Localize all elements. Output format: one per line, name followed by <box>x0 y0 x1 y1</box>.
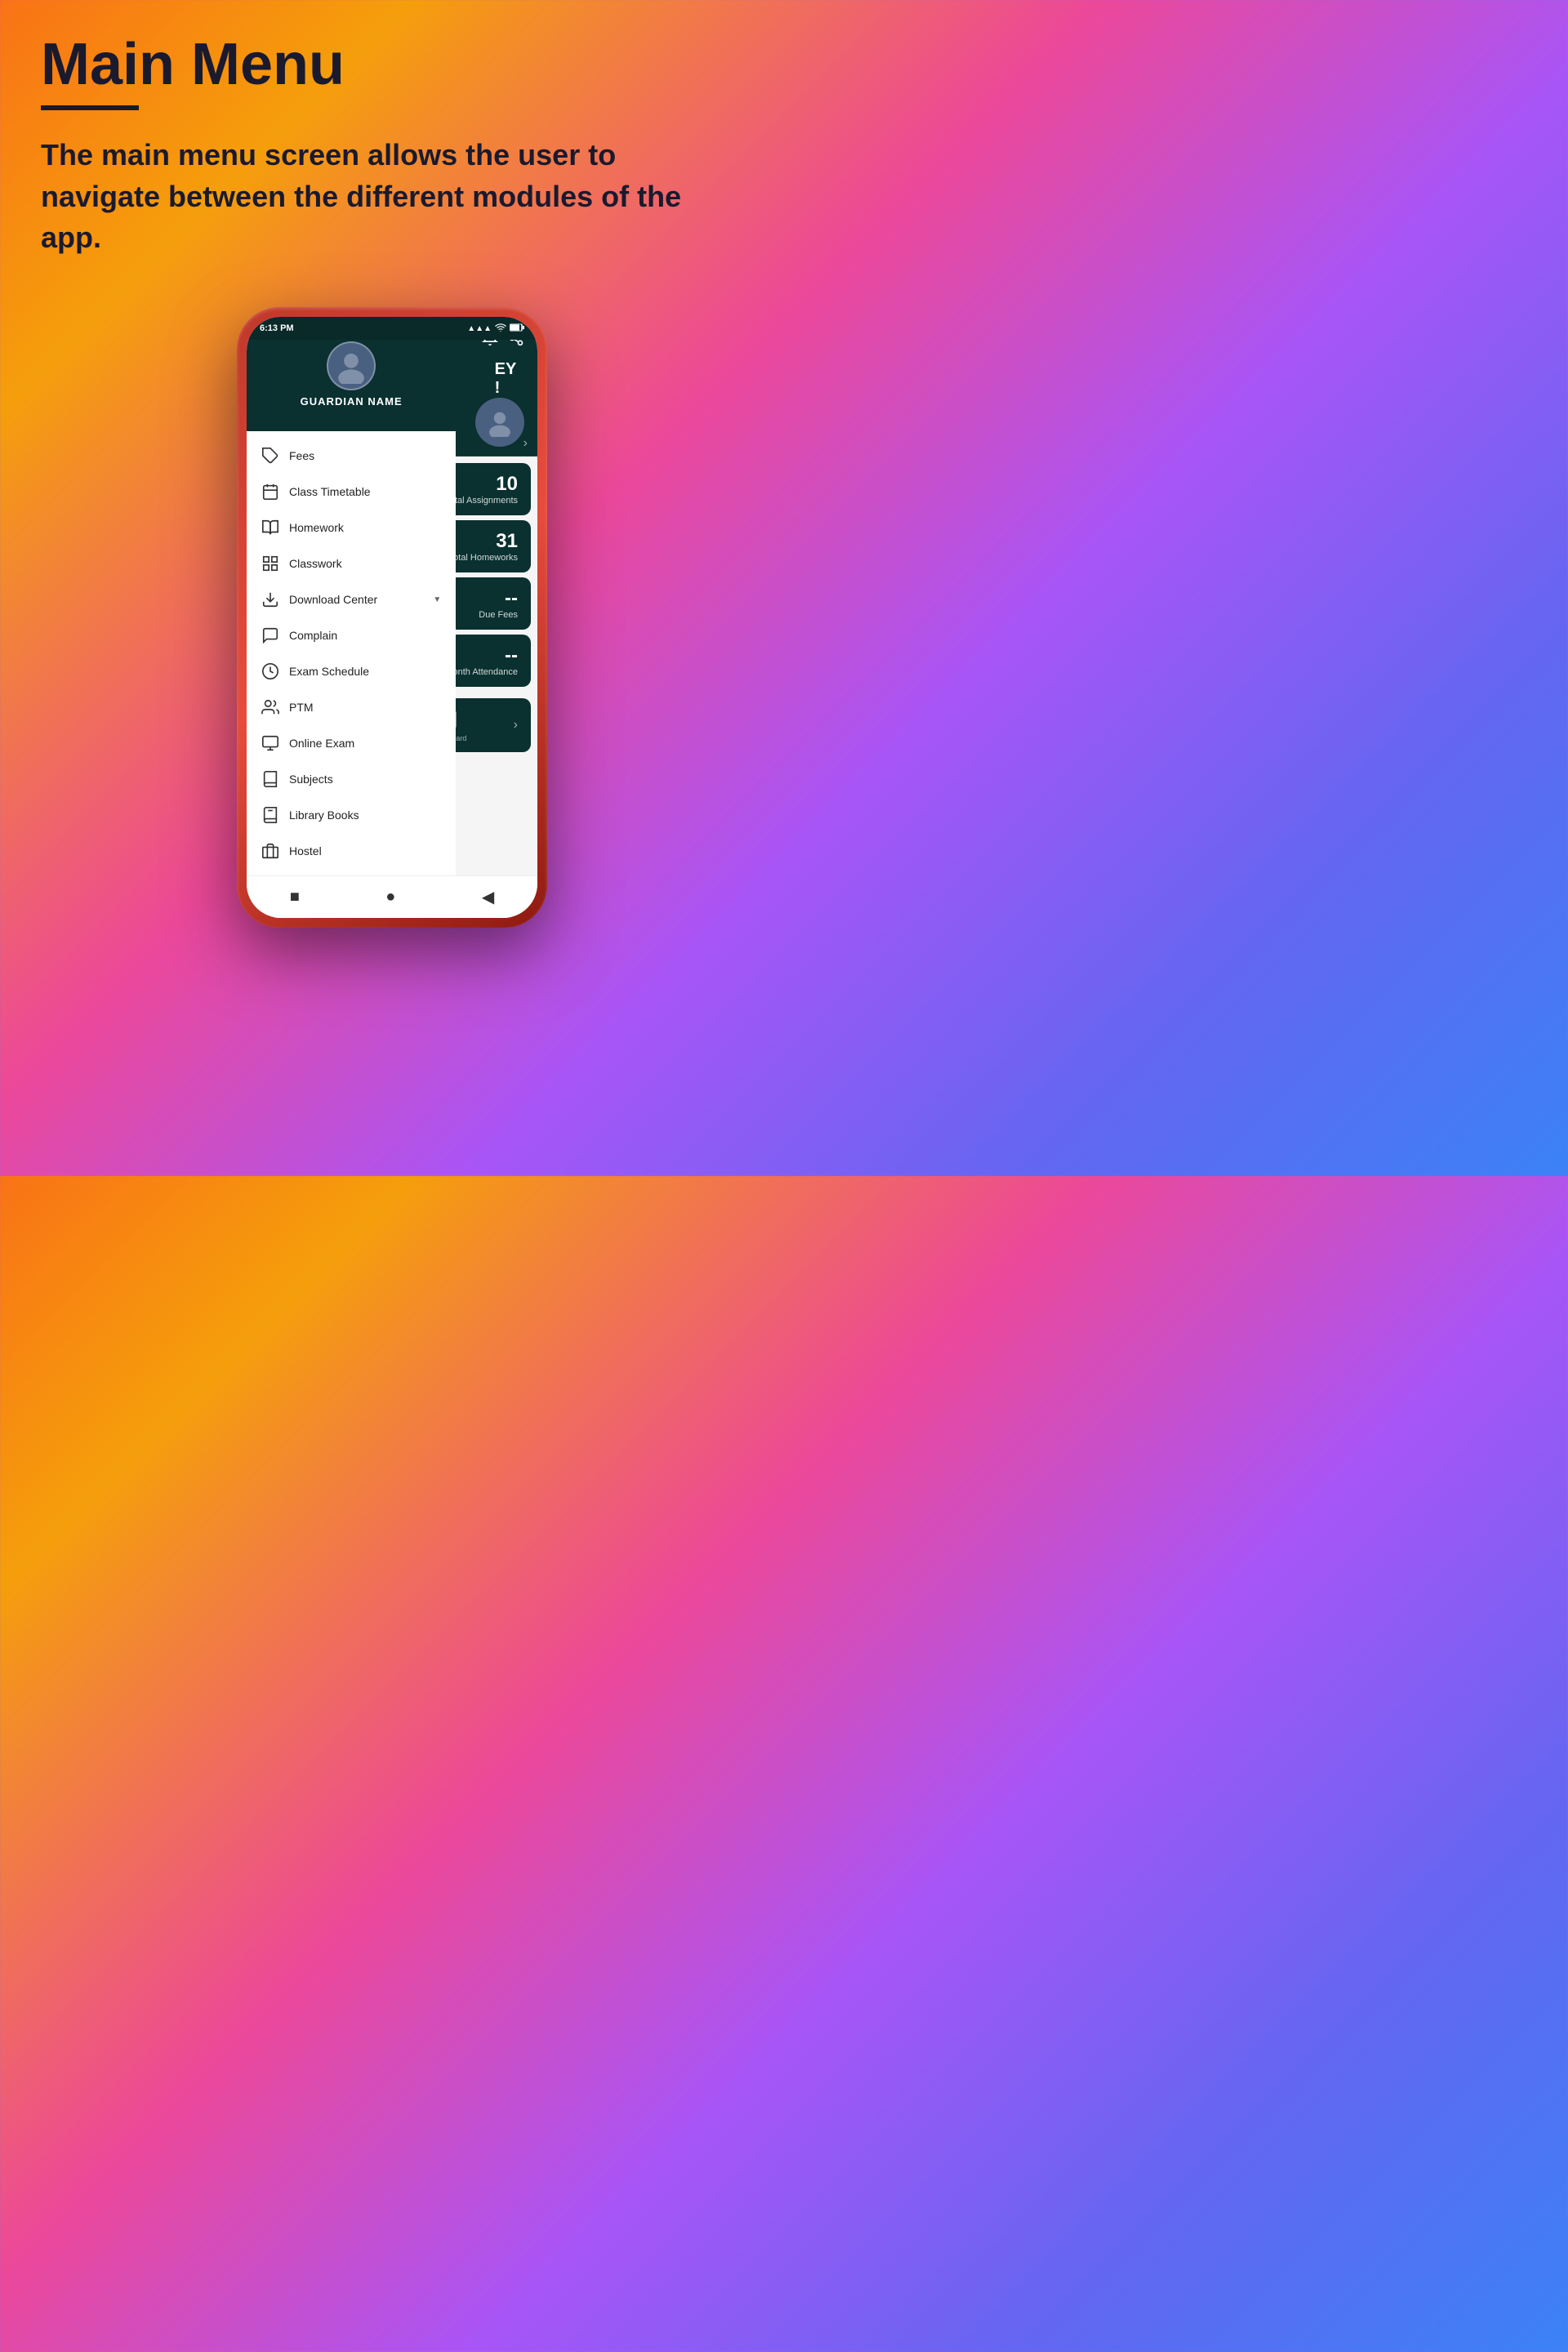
ptm-label: PTM <box>289 701 441 714</box>
assignments-label: Total Assignments <box>445 496 518 506</box>
download-center-arrow: ▼ <box>433 595 441 604</box>
phone-mockup: 0 <box>41 307 743 928</box>
page-wrapper: Main Menu The main menu screen allows th… <box>0 0 784 928</box>
status-time: 6:13 PM <box>260 323 294 333</box>
page-description: The main menu screen allows the user to … <box>41 135 743 258</box>
drawer-guardian-name: GUARDIAN NAME <box>301 395 403 408</box>
nav-square[interactable]: ■ <box>290 888 300 906</box>
online-exam-icon <box>261 734 279 752</box>
online-exam-label: Online Exam <box>289 737 441 750</box>
subjects-icon <box>261 770 279 788</box>
assignments-number: 10 <box>445 473 518 496</box>
homework-icon <box>261 519 279 537</box>
phone-frame: 0 <box>237 307 547 928</box>
nav-arrow[interactable]: › <box>523 436 528 451</box>
menu-item-download-center[interactable]: Download Center ▼ <box>247 581 456 617</box>
library-books-label: Library Books <box>289 808 441 822</box>
user-avatar-bg <box>475 398 524 447</box>
complain-icon <box>261 626 279 644</box>
menu-item-fees[interactable]: Fees <box>247 438 456 474</box>
library-books-icon <box>261 806 279 824</box>
drawer-items-list: Fees Class Timetable Homework <box>247 431 456 918</box>
fees-label: Due Fees <box>479 610 518 620</box>
homeworks-number: 31 <box>449 530 518 553</box>
menu-item-class-timetable[interactable]: Class Timetable <box>247 474 456 510</box>
card-chevron[interactable]: › <box>514 718 518 733</box>
phone-screen: 0 <box>247 317 537 918</box>
class-timetable-icon <box>261 483 279 501</box>
menu-item-classwork[interactable]: Classwork <box>247 546 456 581</box>
menu-item-ptm[interactable]: PTM <box>247 689 456 725</box>
avatar-image <box>333 348 369 384</box>
wifi-icon <box>495 322 506 336</box>
drawer-menu: GUARDIAN NAME Fees Class Timetable <box>247 317 456 918</box>
download-center-label: Download Center <box>289 593 423 606</box>
classwork-label: Classwork <box>289 557 441 570</box>
complain-label: Complain <box>289 629 441 642</box>
drawer-avatar <box>327 341 376 390</box>
download-center-icon <box>261 590 279 608</box>
status-bar: 6:13 PM ▲▲▲ <box>247 317 537 340</box>
classwork-icon <box>261 555 279 572</box>
bottom-navigation: ■ ● ◀ <box>247 875 537 918</box>
nav-circle[interactable]: ● <box>385 888 395 906</box>
status-icons: ▲▲▲ <box>467 322 524 336</box>
ptm-icon <box>261 698 279 716</box>
menu-item-online-exam[interactable]: Online Exam <box>247 725 456 761</box>
menu-item-library-books[interactable]: Library Books <box>247 797 456 833</box>
nav-back[interactable]: ◀ <box>482 887 494 907</box>
signal-icon: ▲▲▲ <box>467 324 492 333</box>
homeworks-label: Total Homeworks <box>449 553 518 563</box>
battery-icon <box>510 323 524 335</box>
fees-label: Fees <box>289 449 441 462</box>
menu-item-homework[interactable]: Homework <box>247 510 456 546</box>
class-timetable-label: Class Timetable <box>289 485 441 498</box>
page-title: Main Menu <box>41 33 743 97</box>
exam-schedule-icon <box>261 662 279 680</box>
hostel-icon <box>261 842 279 860</box>
menu-item-exam-schedule[interactable]: Exam Schedule <box>247 653 456 689</box>
menu-item-hostel[interactable]: Hostel <box>247 833 456 869</box>
menu-item-complain[interactable]: Complain <box>247 617 456 653</box>
exam-schedule-label: Exam Schedule <box>289 665 441 678</box>
hostel-label: Hostel <box>289 844 441 858</box>
fees-number: -- <box>479 587 518 610</box>
subjects-label: Subjects <box>289 773 441 786</box>
greeting-text: EY ! <box>495 360 516 398</box>
title-underline <box>41 105 139 110</box>
homework-label: Homework <box>289 521 441 534</box>
menu-item-subjects[interactable]: Subjects <box>247 761 456 797</box>
fees-icon <box>261 447 279 465</box>
